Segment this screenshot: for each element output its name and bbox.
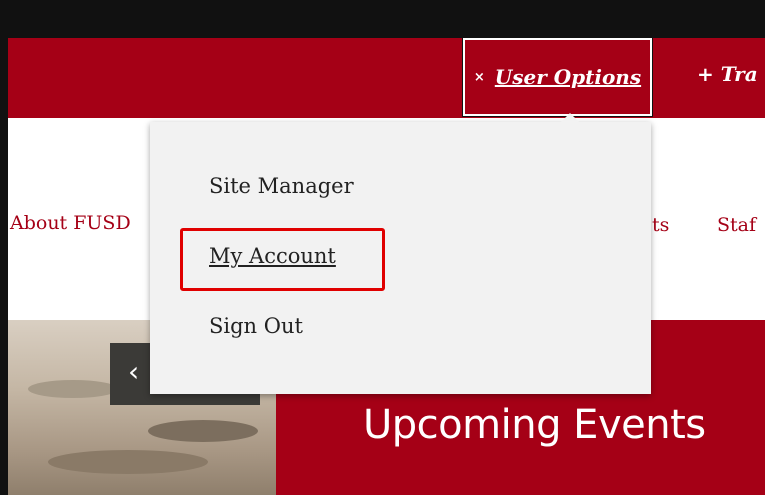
nav-item-about[interactable]: About FUSD [10, 212, 131, 234]
hero-image-detail [48, 450, 208, 474]
header-menu-next-label: Tra [720, 62, 758, 86]
highlight-annotation [180, 228, 385, 291]
user-options-label: User Options [494, 65, 642, 89]
header-menu-next[interactable]: + Tra [697, 62, 758, 86]
chevron-left-icon: ‹ [128, 355, 140, 388]
dropdown-caret [560, 113, 580, 123]
hero-image-detail [148, 420, 258, 442]
user-options-dropdown: Site Manager My Account Sign Out [150, 113, 651, 394]
close-icon: × [473, 69, 485, 85]
user-options-button[interactable]: × User Options [462, 37, 653, 117]
nav-item-partial[interactable]: ts [652, 214, 669, 236]
left-frame-edge [0, 0, 8, 495]
nav-item-staff[interactable]: Staf [717, 214, 756, 236]
top-dark-strip [0, 0, 765, 38]
menu-item-sign-out[interactable]: Sign Out [209, 314, 303, 338]
plus-icon: + [697, 62, 714, 86]
menu-item-site-manager[interactable]: Site Manager [209, 174, 354, 198]
upcoming-events-title: Upcoming Events [363, 402, 706, 448]
hero-image-detail [28, 380, 118, 398]
